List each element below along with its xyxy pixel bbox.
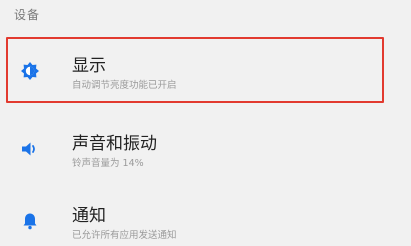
settings-item-subtitle: 自动调节亮度功能已开启 [72,80,177,91]
settings-item-notifications[interactable]: 通知 已允许所有应用发送通知 [0,192,411,246]
section-header: 设备 [14,8,41,22]
settings-screen: 设备 显示 自动调节亮度功能已开启 声音和振动 铃声音量为 14% 通知 已允许… [0,0,411,246]
brightness-icon [20,61,40,81]
settings-item-sound[interactable]: 声音和振动 铃声音量为 14% [0,120,411,178]
settings-item-title: 显示 [72,56,106,76]
speaker-icon [20,139,40,159]
settings-item-display[interactable]: 显示 自动调节亮度功能已开启 [0,42,411,100]
settings-item-subtitle: 已允许所有应用发送通知 [72,230,177,241]
settings-item-title: 通知 [72,206,106,226]
bell-icon [20,211,40,231]
settings-item-title: 声音和振动 [72,134,157,154]
settings-item-subtitle: 铃声音量为 14% [72,158,144,169]
